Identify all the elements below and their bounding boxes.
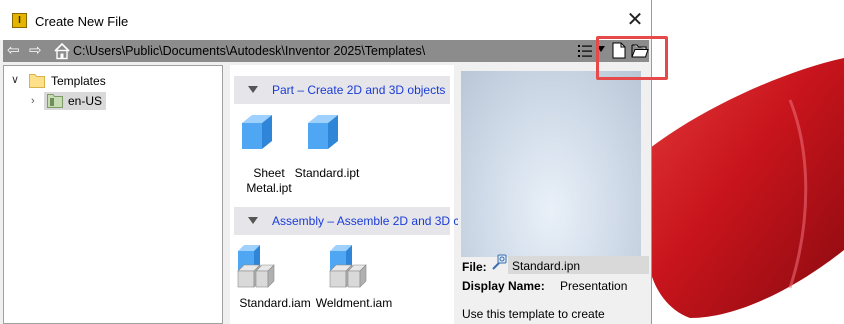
view-dropdown-icon[interactable] <box>597 46 605 52</box>
collapse-triangle-icon[interactable] <box>248 217 258 224</box>
folder-icon <box>29 74 45 88</box>
list-view-icon[interactable] <box>578 43 592 59</box>
open-folder-icon[interactable] <box>631 43 649 58</box>
language-folder-icon <box>47 94 63 108</box>
collapsed-chevron-icon[interactable]: › <box>31 95 41 107</box>
preview-panel: File: Standard.ipn Display Name: Present… <box>458 65 651 324</box>
template-item-standard-ipt[interactable]: Standard.ipt <box>292 113 362 183</box>
window-title: Create New File <box>35 14 129 29</box>
templates-list: Part – Create 2D and 3D objects Sheet Me… <box>230 65 459 324</box>
category-label: Assembly – Assemble 2D and 3D c <box>272 214 460 228</box>
template-preview-image <box>461 71 641 257</box>
screen: I Create New File ✕ ⇦ ⇨ C:\Users\Public\… <box>0 0 844 324</box>
close-button[interactable]: ✕ <box>622 9 648 33</box>
home-icon[interactable] <box>53 42 71 60</box>
file-row: File: Standard.ipn <box>458 253 649 274</box>
file-name: Standard.ipn <box>512 259 581 273</box>
template-description: Use this template to create <box>462 307 605 321</box>
tree-item-templates[interactable]: ∨ Templates <box>4 72 222 90</box>
display-name-value: Presentation <box>560 279 628 293</box>
display-name-label: Display Name: <box>462 279 545 293</box>
part-cube-icon <box>308 115 338 149</box>
file-label: File: <box>462 260 487 274</box>
tree-item-label: Templates <box>51 74 106 88</box>
category-header-assembly[interactable]: Assembly – Assemble 2D and 3D c <box>234 207 459 235</box>
template-item-weldment-iam[interactable]: Weldment.iam <box>312 243 396 313</box>
collapse-triangle-icon[interactable] <box>248 86 258 93</box>
file-name-field: Standard.ipn <box>508 256 649 274</box>
forward-arrow-icon[interactable]: ⇨ <box>29 43 46 59</box>
tree-item-en-us[interactable]: en-US <box>44 92 106 110</box>
template-label: Weldment.iam <box>315 296 393 310</box>
template-item-standard-iam[interactable]: Standard.iam <box>234 243 316 313</box>
folder-tree: ∨ Templates en-US › <box>3 65 223 324</box>
part-cube-icon <box>242 115 272 149</box>
assembly-icon <box>237 245 275 288</box>
template-label: Standard.iam <box>239 296 311 310</box>
title-bar: I Create New File ✕ <box>0 0 651 40</box>
new-file-icon[interactable] <box>612 42 626 59</box>
category-header-part[interactable]: Part – Create 2D and 3D objects <box>234 76 450 104</box>
presentation-file-icon <box>492 254 507 270</box>
tree-item-label: en-US <box>68 94 103 108</box>
category-label: Part – Create 2D and 3D objects <box>272 83 446 97</box>
create-new-file-dialog: I Create New File ✕ ⇦ ⇨ C:\Users\Public\… <box>0 0 652 324</box>
path-field[interactable]: C:\Users\Public\Documents\Autodesk\Inven… <box>73 44 425 58</box>
inventor-app-icon: I <box>12 13 27 28</box>
back-arrow-icon[interactable]: ⇦ <box>7 43 24 59</box>
assembly-icon <box>329 245 367 288</box>
template-label: Standard.ipt <box>294 166 360 180</box>
navigation-bar: ⇦ ⇨ C:\Users\Public\Documents\Autodesk\I… <box>3 40 649 62</box>
expanded-chevron-icon[interactable]: ∨ <box>11 74 21 86</box>
